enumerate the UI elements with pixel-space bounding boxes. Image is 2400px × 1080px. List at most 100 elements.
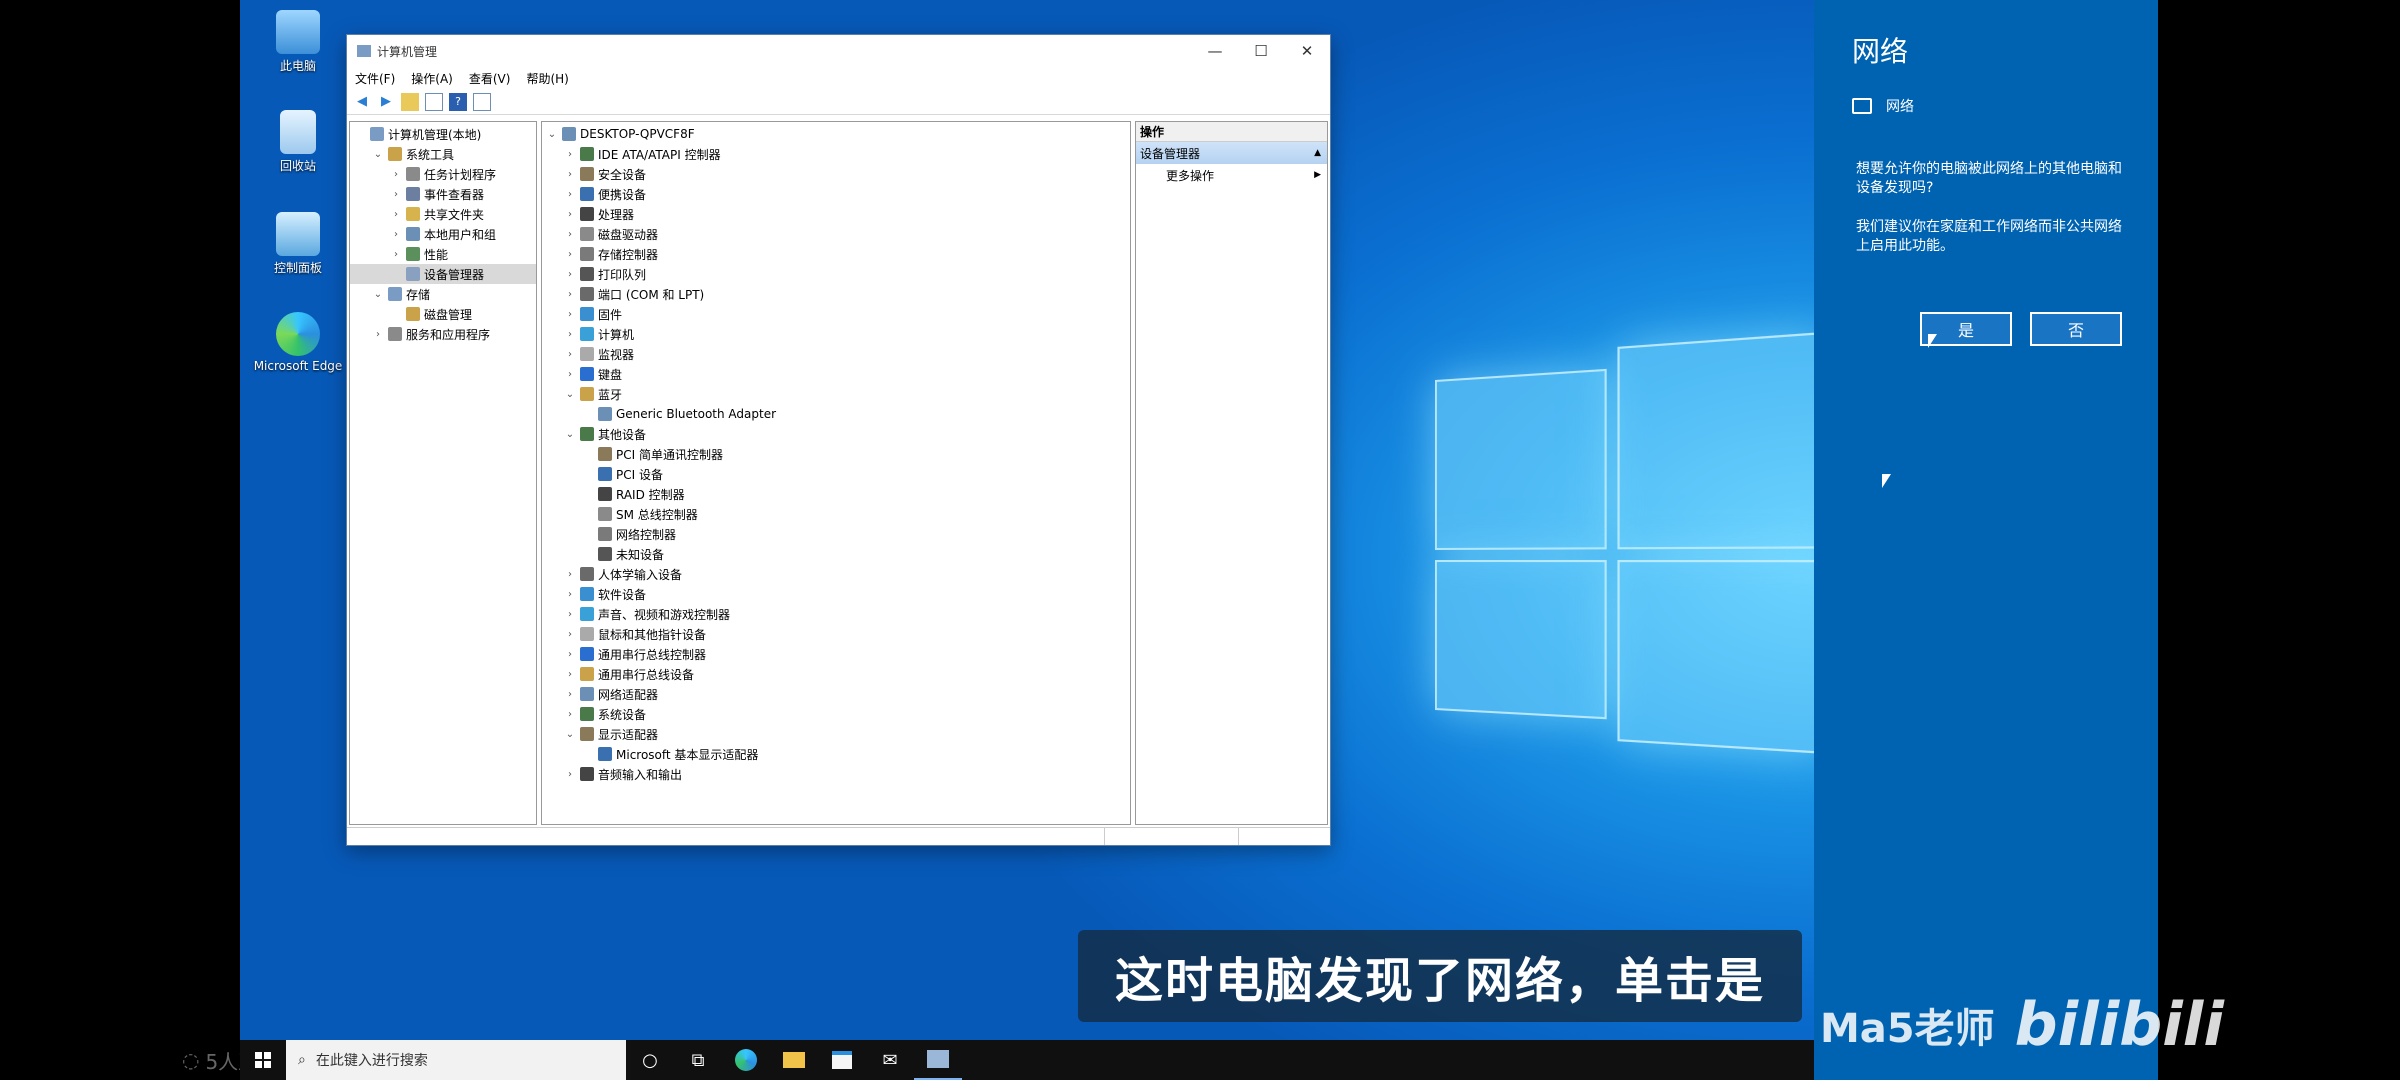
chevron-right-icon[interactable]: › bbox=[390, 229, 402, 240]
chevron-right-icon[interactable]: › bbox=[564, 669, 576, 680]
more-actions-item[interactable]: 更多操作 ▶ bbox=[1136, 164, 1327, 186]
desktop-icon-control-panel[interactable]: 控制面板 bbox=[248, 212, 348, 276]
tree-item[interactable]: › 任务计划程序 bbox=[350, 164, 536, 184]
tree-item[interactable]: › 本地用户和组 bbox=[350, 224, 536, 244]
chevron-right-icon[interactable]: › bbox=[564, 189, 576, 200]
tree-item[interactable]: › 存储控制器 bbox=[542, 244, 1130, 264]
chevron-right-icon[interactable]: › bbox=[564, 649, 576, 660]
tree-item[interactable]: ⌄ 存储 bbox=[350, 284, 536, 304]
tree-item[interactable]: › IDE ATA/ATAPI 控制器 bbox=[542, 144, 1130, 164]
tree-item[interactable]: PCI 设备 bbox=[542, 464, 1130, 484]
tree-item[interactable]: › 鼠标和其他指针设备 bbox=[542, 624, 1130, 644]
tree-item[interactable]: 网络控制器 bbox=[542, 524, 1130, 544]
chevron-down-icon[interactable]: ⌄ bbox=[546, 129, 558, 140]
tree-item[interactable]: › 磁盘驱动器 bbox=[542, 224, 1130, 244]
mail-icon[interactable]: ✉ bbox=[866, 1040, 914, 1080]
tree-item[interactable]: RAID 控制器 bbox=[542, 484, 1130, 504]
actions-section-device-manager[interactable]: 设备管理器 ▲ bbox=[1136, 142, 1327, 164]
tree-item[interactable]: ⌄ 系统工具 bbox=[350, 144, 536, 164]
tree-item[interactable]: › 监视器 bbox=[542, 344, 1130, 364]
tree-item[interactable]: ⌄ 蓝牙 bbox=[542, 384, 1130, 404]
tree-item[interactable]: › 软件设备 bbox=[542, 584, 1130, 604]
chevron-right-icon[interactable]: › bbox=[564, 269, 576, 280]
minimize-button[interactable]: — bbox=[1192, 35, 1238, 67]
menu-view[interactable]: 查看(V) bbox=[469, 70, 511, 87]
tree-item[interactable]: › 通用串行总线控制器 bbox=[542, 644, 1130, 664]
back-arrow-icon[interactable]: ◀ bbox=[353, 93, 371, 111]
chevron-right-icon[interactable]: › bbox=[564, 209, 576, 220]
chevron-right-icon[interactable]: › bbox=[564, 289, 576, 300]
chevron-right-icon[interactable]: › bbox=[564, 629, 576, 640]
tree-item[interactable]: › 音频输入和输出 bbox=[542, 764, 1130, 784]
tree-item[interactable]: › 便携设备 bbox=[542, 184, 1130, 204]
tree-item[interactable]: 设备管理器 bbox=[350, 264, 536, 284]
chevron-right-icon[interactable]: › bbox=[564, 249, 576, 260]
tree-item[interactable]: ⌄ 显示适配器 bbox=[542, 724, 1130, 744]
chevron-down-icon[interactable]: ⌄ bbox=[372, 289, 384, 300]
menu-help[interactable]: 帮助(H) bbox=[526, 70, 568, 87]
tree-item[interactable]: › 处理器 bbox=[542, 204, 1130, 224]
close-button[interactable]: ✕ bbox=[1284, 35, 1330, 67]
chevron-right-icon[interactable]: › bbox=[564, 309, 576, 320]
tree-item[interactable]: ⌄ 其他设备 bbox=[542, 424, 1130, 444]
chevron-right-icon[interactable]: › bbox=[564, 169, 576, 180]
store-icon[interactable] bbox=[818, 1040, 866, 1080]
tree-item[interactable]: SM 总线控制器 bbox=[542, 504, 1130, 524]
edge-taskbar-icon[interactable] bbox=[722, 1040, 770, 1080]
chevron-right-icon[interactable]: › bbox=[372, 329, 384, 340]
no-button[interactable]: 否 bbox=[2030, 312, 2122, 346]
desktop-icon-edge[interactable]: Microsoft Edge bbox=[248, 312, 348, 373]
help-icon[interactable]: ? bbox=[449, 93, 467, 111]
tree-item[interactable]: Generic Bluetooth Adapter bbox=[542, 404, 1130, 424]
collapse-icon[interactable]: ▲ bbox=[1314, 148, 1321, 158]
tree-item[interactable]: › 固件 bbox=[542, 304, 1130, 324]
tree-item[interactable]: › 人体学输入设备 bbox=[542, 564, 1130, 584]
forward-arrow-icon[interactable]: ▶ bbox=[377, 93, 395, 111]
properties-icon[interactable] bbox=[473, 93, 491, 111]
chevron-right-icon[interactable]: › bbox=[564, 149, 576, 160]
task-view-icon[interactable]: ⧉ bbox=[674, 1040, 722, 1080]
tree-item[interactable]: › 性能 bbox=[350, 244, 536, 264]
tree-item[interactable]: › 事件查看器 bbox=[350, 184, 536, 204]
tree-item[interactable]: ⌄ DESKTOP-QPVCF8F bbox=[542, 124, 1130, 144]
chevron-right-icon[interactable]: › bbox=[564, 369, 576, 380]
tree-item[interactable]: › 键盘 bbox=[542, 364, 1130, 384]
tree-item[interactable]: › 系统设备 bbox=[542, 704, 1130, 724]
file-explorer-icon[interactable] bbox=[770, 1040, 818, 1080]
menu-action[interactable]: 操作(A) bbox=[411, 70, 453, 87]
tree-item[interactable]: › 安全设备 bbox=[542, 164, 1130, 184]
chevron-right-icon[interactable]: › bbox=[564, 329, 576, 340]
maximize-button[interactable]: ☐ bbox=[1238, 35, 1284, 67]
chevron-right-icon[interactable]: › bbox=[390, 209, 402, 220]
tree-item[interactable]: › 网络适配器 bbox=[542, 684, 1130, 704]
chevron-right-icon[interactable]: › bbox=[564, 569, 576, 580]
desktop-icon-recycle-bin[interactable]: 回收站 bbox=[248, 110, 348, 174]
chevron-right-icon[interactable]: › bbox=[564, 229, 576, 240]
tree-item[interactable]: 未知设备 bbox=[542, 544, 1130, 564]
up-folder-icon[interactable] bbox=[401, 93, 419, 111]
cortana-icon[interactable]: ○ bbox=[626, 1040, 674, 1080]
menu-file[interactable]: 文件(F) bbox=[355, 70, 395, 87]
tree-item[interactable]: 磁盘管理 bbox=[350, 304, 536, 324]
chevron-right-icon[interactable]: › bbox=[564, 709, 576, 720]
tree-item[interactable]: 计算机管理(本地) bbox=[350, 124, 536, 144]
chevron-right-icon[interactable]: › bbox=[564, 689, 576, 700]
chevron-down-icon[interactable]: ⌄ bbox=[564, 389, 576, 400]
chevron-right-icon[interactable]: › bbox=[390, 189, 402, 200]
chevron-right-icon[interactable]: › bbox=[390, 249, 402, 260]
tree-item[interactable]: Microsoft 基本显示适配器 bbox=[542, 744, 1130, 764]
tree-item[interactable]: › 打印队列 bbox=[542, 264, 1130, 284]
chevron-right-icon[interactable]: › bbox=[564, 769, 576, 780]
tree-item[interactable]: › 端口 (COM 和 LPT) bbox=[542, 284, 1130, 304]
tree-item[interactable]: › 声音、视频和游戏控制器 bbox=[542, 604, 1130, 624]
chevron-down-icon[interactable]: ⌄ bbox=[564, 729, 576, 740]
tree-item[interactable]: › 共享文件夹 bbox=[350, 204, 536, 224]
chevron-right-icon[interactable]: › bbox=[564, 589, 576, 600]
tree-item[interactable]: › 计算机 bbox=[542, 324, 1130, 344]
chevron-down-icon[interactable]: ⌄ bbox=[564, 429, 576, 440]
computer-management-taskbar-icon[interactable] bbox=[914, 1040, 962, 1080]
chevron-right-icon[interactable]: › bbox=[564, 609, 576, 620]
taskbar-search-box[interactable]: ⌕ 在此键入进行搜索 bbox=[286, 1040, 626, 1080]
start-button[interactable] bbox=[240, 1040, 286, 1080]
chevron-right-icon[interactable]: › bbox=[390, 169, 402, 180]
